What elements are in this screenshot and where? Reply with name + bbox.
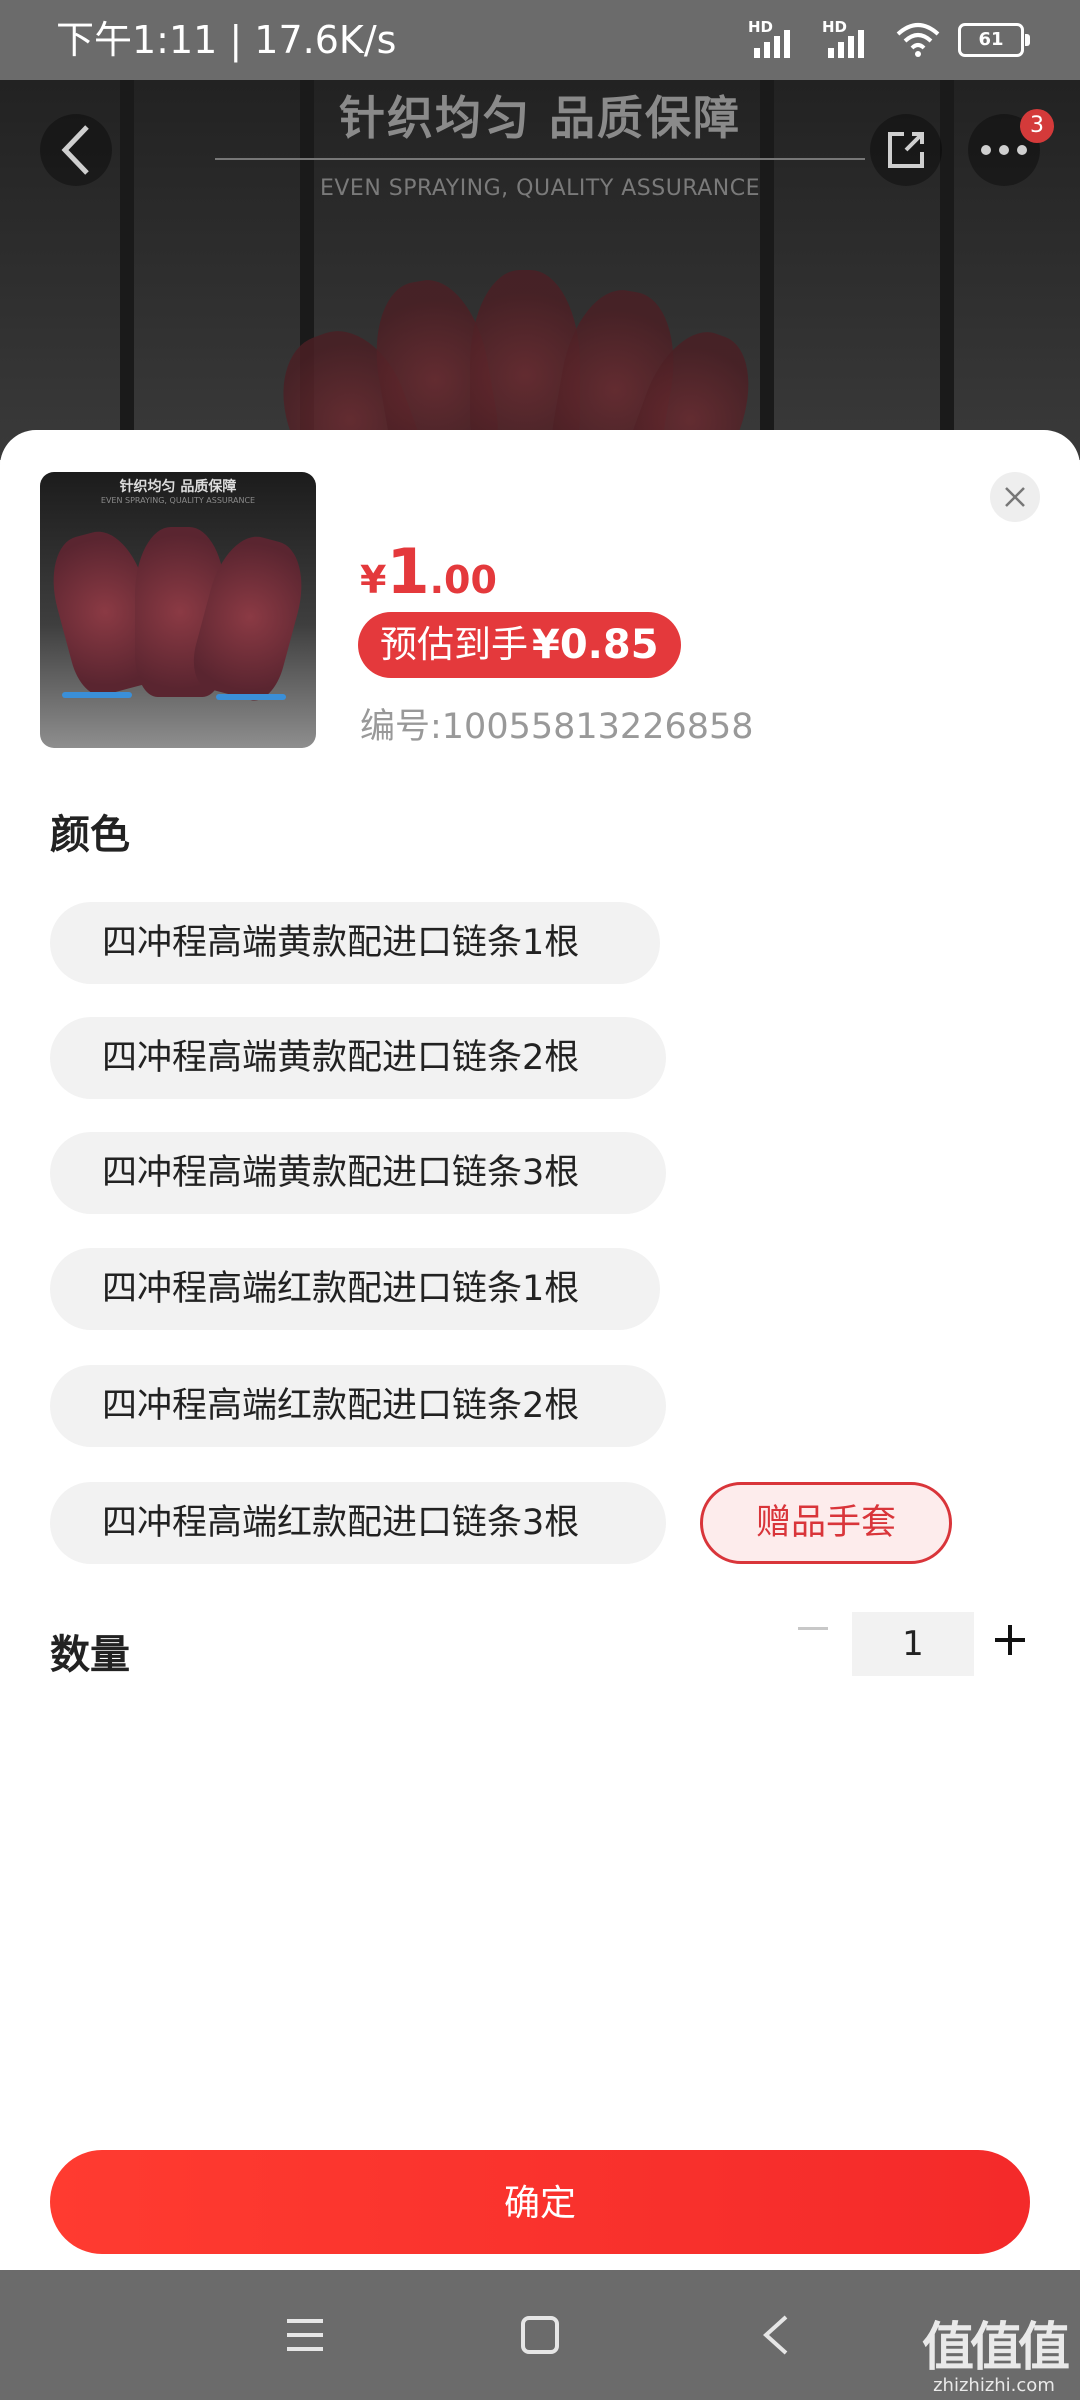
product-thumbnail[interactable]: 针织均匀 品质保障 EVEN SPRAYING, QUALITY ASSURAN…	[40, 472, 316, 748]
close-button[interactable]	[990, 472, 1040, 522]
status-time-speed: 下午1:11 | 17.6K/s	[56, 18, 397, 62]
hero-divider	[215, 158, 865, 160]
color-option[interactable]: 四冲程高端红款配进口链条1根	[50, 1248, 660, 1330]
cell-signal-icon: HD	[748, 18, 804, 60]
cell-signal-icon-2: HD	[822, 18, 878, 60]
menu-icon	[287, 2319, 323, 2351]
color-option[interactable]: 四冲程高端黄款配进口链条1根	[50, 902, 660, 984]
estimate-label: 预估到手	[380, 623, 528, 666]
color-option[interactable]: 四冲程高端黄款配进口链条2根	[50, 1017, 666, 1099]
estimate-value: ¥0.85	[532, 622, 659, 668]
share-button[interactable]	[870, 114, 942, 186]
quantity-label: 数量	[50, 1632, 130, 1678]
wifi-icon	[896, 23, 940, 57]
watermark: 值值值 zhizhizhi.com	[921, 2318, 1070, 2396]
sku-selector-sheet: 针织均匀 品质保障 EVEN SPRAYING, QUALITY ASSURAN…	[0, 430, 1080, 2270]
close-icon	[1005, 487, 1025, 507]
nav-home-button[interactable]	[505, 2300, 575, 2370]
back-button[interactable]	[40, 114, 112, 186]
color-section-label: 颜色	[50, 812, 130, 858]
thumbnail-subtitle: EVEN SPRAYING, QUALITY ASSURANCE	[100, 496, 256, 505]
chevron-left-icon	[61, 125, 89, 175]
status-bar: 下午1:11 | 17.6K/s HD HD 61	[0, 0, 1080, 80]
gift-gloves-option[interactable]: 赠品手套	[700, 1482, 952, 1564]
quantity-decrease-button[interactable]	[790, 1605, 836, 1651]
nav-back-button[interactable]	[740, 2300, 810, 2370]
sku-number: 编号:10055813226858	[360, 707, 754, 747]
home-square-icon	[521, 2316, 559, 2354]
color-option[interactable]: 四冲程高端红款配进口链条2根	[50, 1365, 666, 1447]
watermark-logo: 值值值	[921, 2318, 1070, 2378]
quantity-increase-button[interactable]	[990, 1618, 1034, 1662]
price-currency: ¥	[360, 558, 387, 602]
back-arrow-icon	[763, 2315, 788, 2355]
share-icon	[888, 132, 924, 168]
color-option[interactable]: 四冲程高端黄款配进口链条3根	[50, 1132, 666, 1214]
minus-icon	[798, 1626, 828, 1630]
nav-menu-button[interactable]	[270, 2300, 340, 2370]
price-integer: 1	[386, 535, 430, 608]
status-icons: HD HD 61	[748, 18, 1030, 60]
system-nav-bar	[0, 2270, 1080, 2400]
thumbnail-title: 针织均匀 品质保障	[119, 479, 237, 495]
price: ¥ 1 .00	[360, 540, 497, 604]
cart-count-badge: 3	[1020, 109, 1054, 143]
battery-icon: 61	[958, 23, 1030, 57]
confirm-button[interactable]: 确定	[50, 2150, 1030, 2254]
color-option[interactable]: 四冲程高端红款配进口链条3根	[50, 1482, 666, 1564]
estimated-price-badge: 预估到手 ¥0.85	[358, 612, 681, 678]
quantity-input[interactable]: 1	[852, 1612, 974, 1676]
price-decimal: .00	[429, 558, 497, 602]
more-icon	[981, 145, 1027, 155]
watermark-url: zhizhizhi.com	[933, 2375, 1055, 2396]
